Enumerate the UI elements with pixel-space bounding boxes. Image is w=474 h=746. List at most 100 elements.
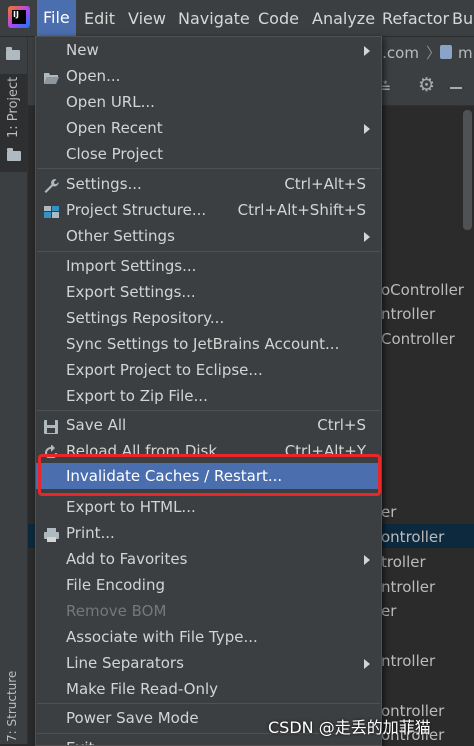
breadcrumb-fragment[interactable]: l.com (378, 44, 419, 62)
menu-build[interactable]: Bu (452, 8, 473, 30)
menu-item-project-structure[interactable]: Project Structure... Ctrl+Alt+Shift+S (36, 197, 381, 223)
hide-icon[interactable] (450, 87, 462, 89)
project-tab-label: 1: Project (6, 76, 21, 138)
menu-item-export-eclipse[interactable]: Export Project to Eclipse... (36, 357, 381, 383)
menu-code[interactable]: Code (258, 8, 299, 30)
menu-item-associate-file-type[interactable]: Associate with File Type... (36, 624, 381, 650)
menu-item-label: Export Project to Eclipse... (66, 361, 263, 379)
folder-icon (7, 148, 21, 161)
logo-text: IJ (13, 10, 19, 19)
menu-item-export-settings[interactable]: Export Settings... (36, 279, 381, 305)
menu-item-label: Settings... (66, 175, 142, 193)
tree-item[interactable]: er (381, 503, 396, 521)
menu-item-label: File Encoding (66, 576, 165, 594)
intellij-logo-icon: IJ (8, 6, 30, 28)
menu-item-label: Remove BOM (66, 602, 167, 620)
menu-item-export-html[interactable]: Export to HTML... (36, 494, 381, 520)
project-tool-tab[interactable]: 1: Project (0, 74, 27, 172)
menu-item-label: Associate with File Type... (66, 628, 258, 646)
menu-item-import-settings[interactable]: Import Settings... (36, 253, 381, 279)
folder-icon (6, 47, 20, 60)
menu-file[interactable]: File (37, 0, 76, 36)
menu-analyze[interactable]: Analyze (312, 8, 375, 30)
tree-item[interactable]: oController (381, 281, 464, 299)
tree-item[interactable]: troller (381, 553, 426, 571)
folder-open-icon (43, 68, 60, 84)
file-menu-dropdown: New Open... Open URL... Open Recent Clos… (35, 36, 382, 746)
submenu-arrow-icon (364, 232, 370, 242)
menu-item-label: Power Save Mode (66, 709, 199, 727)
menu-item-export-zip[interactable]: Export to Zip File... (36, 383, 381, 409)
project-structure-icon (43, 202, 60, 218)
menu-separator (37, 251, 380, 252)
menu-item-label: Close Project (66, 145, 163, 163)
menu-separator (37, 168, 380, 169)
menu-item-open[interactable]: Open... (36, 63, 381, 89)
menu-separator (37, 410, 380, 411)
menu-item-print[interactable]: Print... (36, 520, 381, 546)
menu-item-label: Project Structure... (66, 201, 207, 219)
menu-bar: IJ File Edit View Navigate Code Analyze … (0, 0, 474, 37)
menu-item-remove-bom: Remove BOM (36, 598, 381, 624)
menu-item-label: Save All (66, 416, 127, 434)
menu-item-label: Export to Zip File... (66, 387, 208, 405)
menu-item-new[interactable]: New (36, 37, 381, 63)
menu-item-label: Add to Favorites (66, 550, 188, 568)
menu-item-open-recent[interactable]: Open Recent (36, 115, 381, 141)
tree-item[interactable]: er (381, 602, 396, 620)
folder-icon (440, 45, 452, 59)
tree-item[interactable]: ntroller (381, 305, 435, 323)
menu-item-label: Open URL... (66, 93, 155, 111)
structure-tab-label: 7: Structure (5, 670, 19, 742)
menu-item-file-encoding[interactable]: File Encoding (36, 572, 381, 598)
submenu-arrow-icon (364, 124, 370, 134)
menu-item-add-to-favorites[interactable]: Add to Favorites (36, 546, 381, 572)
shortcut-label: Ctrl+Alt+S (284, 175, 366, 193)
submenu-arrow-icon (364, 555, 370, 565)
tree-item[interactable]: ntroller (381, 578, 435, 596)
menu-item-label: Open... (66, 67, 121, 85)
menu-item-label: Export to HTML... (66, 498, 196, 516)
menu-item-settings[interactable]: Settings... Ctrl+Alt+S (36, 171, 381, 197)
menu-item-close-project[interactable]: Close Project (36, 141, 381, 167)
menu-edit[interactable]: Edit (84, 8, 115, 30)
tree-item[interactable]: Controller (381, 330, 455, 348)
menu-item-label: Export Settings... (66, 283, 196, 301)
menu-navigate[interactable]: Navigate (178, 8, 250, 30)
menu-item-label: Open Recent (66, 119, 163, 137)
menu-item-open-url[interactable]: Open URL... (36, 89, 381, 115)
tree-item[interactable]: ontroller (381, 528, 444, 546)
menu-refactor[interactable]: Refactor (382, 8, 449, 30)
shortcut-label: Ctrl+S (317, 416, 366, 434)
gear-icon[interactable]: ⚙ (418, 74, 435, 96)
scrollbar-thumb[interactable] (463, 110, 472, 230)
menu-item-save-all[interactable]: Save All Ctrl+S (36, 412, 381, 438)
breadcrumb-fragment-2[interactable]: m (458, 44, 473, 62)
submenu-arrow-icon (364, 46, 370, 56)
annotation-highlight-box (38, 454, 381, 496)
menu-item-label: Settings Repository... (66, 309, 225, 327)
menu-item-sync-settings[interactable]: Sync Settings to JetBrains Account... (36, 331, 381, 357)
breadcrumb-separator-icon: 〉 (426, 44, 442, 62)
csdn-watermark: CSDN @走丢的加菲猫 (268, 718, 431, 737)
print-icon (43, 525, 60, 542)
menu-item-label: Import Settings... (66, 257, 197, 275)
shortcut-label: Ctrl+Alt+Shift+S (237, 201, 366, 219)
menu-item-settings-repository[interactable]: Settings Repository... (36, 305, 381, 331)
menu-separator (37, 703, 380, 704)
wrench-icon (43, 176, 60, 193)
menu-item-label: Line Separators (66, 654, 184, 672)
menu-item-other-settings[interactable]: Other Settings (36, 223, 381, 249)
menu-item-label: Other Settings (66, 227, 175, 245)
menu-item-label: Print... (66, 524, 115, 542)
menu-item-line-separators[interactable]: Line Separators (36, 650, 381, 676)
menu-view[interactable]: View (128, 8, 166, 30)
structure-tool-tab[interactable]: 7: Structure (0, 650, 27, 744)
menu-item-label: New (66, 41, 99, 59)
submenu-arrow-icon (364, 659, 370, 669)
save-icon (43, 417, 60, 434)
tree-item[interactable]: ntroller (381, 652, 435, 670)
menu-item-label: Sync Settings to JetBrains Account... (66, 335, 340, 353)
menu-item-label: Make File Read-Only (66, 680, 219, 698)
menu-item-make-read-only[interactable]: Make File Read-Only (36, 676, 381, 702)
